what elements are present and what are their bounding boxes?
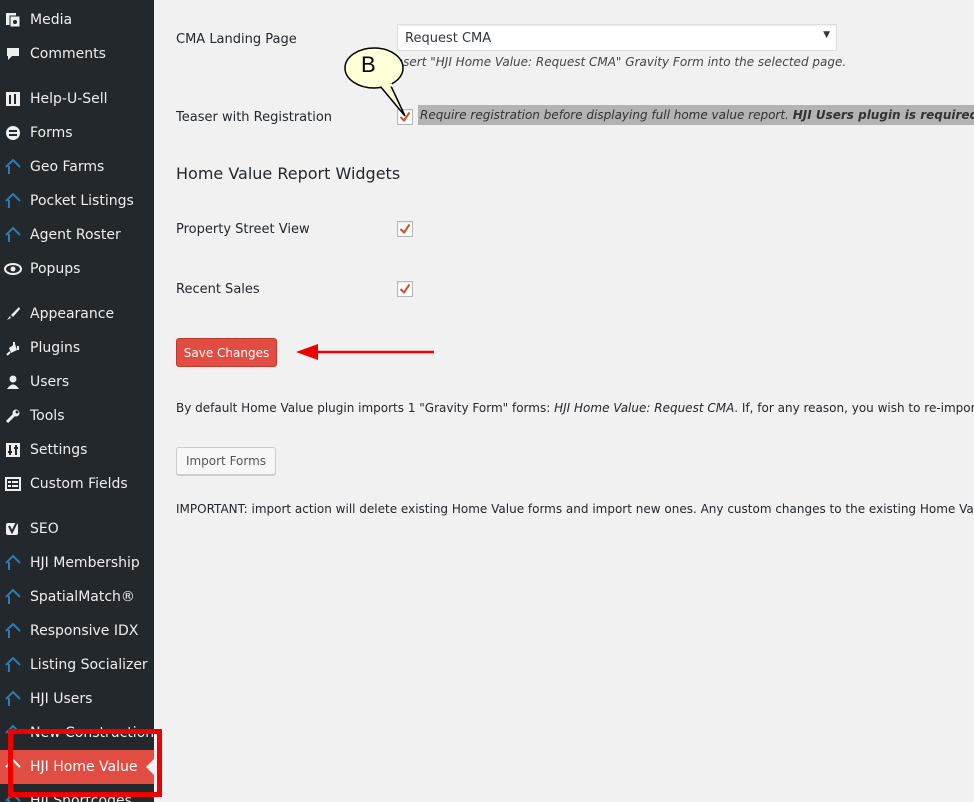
appearance-icon xyxy=(4,305,22,323)
users-icon xyxy=(4,373,22,391)
sidebar-item-label: Custom Fields xyxy=(30,476,128,492)
callout-letter: B xyxy=(361,52,376,77)
help-u-sell-icon xyxy=(4,90,22,108)
sidebar-item-label: Help-U-Sell xyxy=(30,91,108,107)
tools-icon xyxy=(4,407,22,425)
sidebar-item-label: Agent Roster xyxy=(30,227,121,243)
sidebar-item-spatialmatch[interactable]: SpatialMatch® xyxy=(0,580,154,614)
sidebar-item-label: Media xyxy=(30,12,73,28)
sidebar-item-agent-roster[interactable]: Agent Roster xyxy=(0,218,154,252)
sidebar-item-tools[interactable]: Tools xyxy=(0,399,154,433)
important-warning-text: IMPORTANT: import action will delete exi… xyxy=(176,502,974,516)
sidebar-item-label: SEO xyxy=(30,521,59,537)
sidebar-item-label: Tools xyxy=(30,408,65,424)
teaser-registration-label: Teaser with Registration xyxy=(176,110,333,125)
teaser-description-text: Require registration before displaying f… xyxy=(420,108,793,122)
teaser-description: Require registration before displaying f… xyxy=(418,105,974,125)
house-icon xyxy=(4,758,22,776)
house-icon xyxy=(4,792,22,802)
seo-icon xyxy=(4,520,22,538)
sidebar-item-label: HJI Shortcodes xyxy=(30,793,132,802)
popups-icon xyxy=(4,260,22,278)
settings-form: CMA Landing Page Request CMA ▼ Insert "H… xyxy=(154,0,974,802)
sidebar-item-label: Geo Farms xyxy=(30,159,105,175)
house-icon xyxy=(4,690,22,708)
import-info-prefix: By default Home Value plugin imports 1 "… xyxy=(176,401,555,415)
house-icon xyxy=(4,158,22,176)
sidebar-item-seo[interactable]: SEO xyxy=(0,512,154,546)
sidebar-item-forms[interactable]: Forms xyxy=(0,116,154,150)
sidebar-item-appearance[interactable]: Appearance xyxy=(0,297,154,331)
chevron-down-icon: ▼ xyxy=(823,30,830,40)
import-info-text: By default Home Value plugin imports 1 "… xyxy=(176,401,974,415)
house-icon xyxy=(4,588,22,606)
sidebar-item-users[interactable]: Users xyxy=(0,365,154,399)
comments-icon xyxy=(4,45,22,63)
sidebar-item-label: HJI Membership xyxy=(30,555,140,571)
settings-icon xyxy=(4,441,22,459)
import-forms-button[interactable]: Import Forms xyxy=(176,447,276,475)
sidebar-item-label: Forms xyxy=(30,125,73,141)
sidebar-item-label: Plugins xyxy=(30,340,81,356)
widgets-section-title: Home Value Report Widgets xyxy=(176,164,401,183)
recent-sales-label: Recent Sales xyxy=(176,282,260,297)
sidebar-item-responsive-idx[interactable]: Responsive IDX xyxy=(0,614,154,648)
sidebar-item-label: Users xyxy=(30,374,70,390)
sidebar-item-help-u-sell[interactable]: Help-U-Sell xyxy=(0,82,154,116)
sidebar-item-label: Appearance xyxy=(30,306,115,322)
sidebar-item-hji-home-value[interactable]: HJI Home Value xyxy=(0,750,154,784)
select-value: Request CMA xyxy=(405,31,492,46)
annotation-arrow xyxy=(296,344,434,360)
admin-sidebar: Media Comments Help-U-Sell Forms Geo Far… xyxy=(0,0,154,802)
sidebar-item-hji-shortcodes[interactable]: HJI Shortcodes xyxy=(0,784,154,802)
sidebar-item-media[interactable]: Media xyxy=(0,3,154,37)
sidebar-item-settings[interactable]: Settings xyxy=(0,433,154,467)
house-icon xyxy=(4,656,22,674)
sidebar-item-label: Listing Socializer xyxy=(30,657,148,673)
sidebar-item-plugins[interactable]: Plugins xyxy=(0,331,154,365)
save-changes-button[interactable]: Save Changes xyxy=(176,338,277,367)
sidebar-item-label: Popups xyxy=(30,261,81,277)
cma-landing-page-select[interactable]: Request CMA ▼ xyxy=(397,24,837,51)
sidebar-item-label: New Construction xyxy=(30,725,154,741)
cma-landing-page-label: CMA Landing Page xyxy=(176,32,297,47)
import-info-form-name: HJI Home Value: Request CMA xyxy=(554,401,735,415)
house-icon xyxy=(4,724,22,742)
house-icon xyxy=(4,554,22,572)
sidebar-item-label: Comments xyxy=(30,46,106,62)
house-icon xyxy=(4,226,22,244)
house-icon xyxy=(4,622,22,640)
custom-fields-icon xyxy=(4,475,22,493)
sidebar-item-label: HJI Home Value xyxy=(30,759,138,775)
sidebar-item-new-construction[interactable]: New Construction xyxy=(0,716,154,750)
import-info-suffix: . If, for any reason, you wish to re-imp… xyxy=(734,401,974,415)
sidebar-item-label: SpatialMatch® xyxy=(30,589,135,605)
sidebar-item-pocket-listings[interactable]: Pocket Listings xyxy=(0,184,154,218)
plugins-icon xyxy=(4,339,22,357)
sidebar-item-label: Responsive IDX xyxy=(30,623,139,639)
property-street-view-label: Property Street View xyxy=(176,222,310,237)
sidebar-item-popups[interactable]: Popups xyxy=(0,252,154,286)
sidebar-item-geo-farms[interactable]: Geo Farms xyxy=(0,150,154,184)
sidebar-item-label: Pocket Listings xyxy=(30,193,134,209)
sidebar-item-hji-membership[interactable]: HJI Membership xyxy=(0,546,154,580)
cma-description: Insert "HJI Home Value: Request CMA" Gra… xyxy=(392,55,847,69)
sidebar-item-hji-users[interactable]: HJI Users xyxy=(0,682,154,716)
property-street-view-checkbox[interactable] xyxy=(397,221,413,237)
teaser-requirement-note: HJI Users plugin is required. xyxy=(792,108,974,122)
sidebar-item-listing-socializer[interactable]: Listing Socializer xyxy=(0,648,154,682)
sidebar-item-label: HJI Users xyxy=(30,691,93,707)
sidebar-item-label: Settings xyxy=(30,442,88,458)
sidebar-item-custom-fields[interactable]: Custom Fields xyxy=(0,467,154,501)
forms-icon xyxy=(4,124,22,142)
callout-bubble xyxy=(344,47,406,117)
house-icon xyxy=(4,192,22,210)
sidebar-item-comments[interactable]: Comments xyxy=(0,37,154,71)
media-icon xyxy=(4,11,22,29)
recent-sales-checkbox[interactable] xyxy=(397,281,413,297)
